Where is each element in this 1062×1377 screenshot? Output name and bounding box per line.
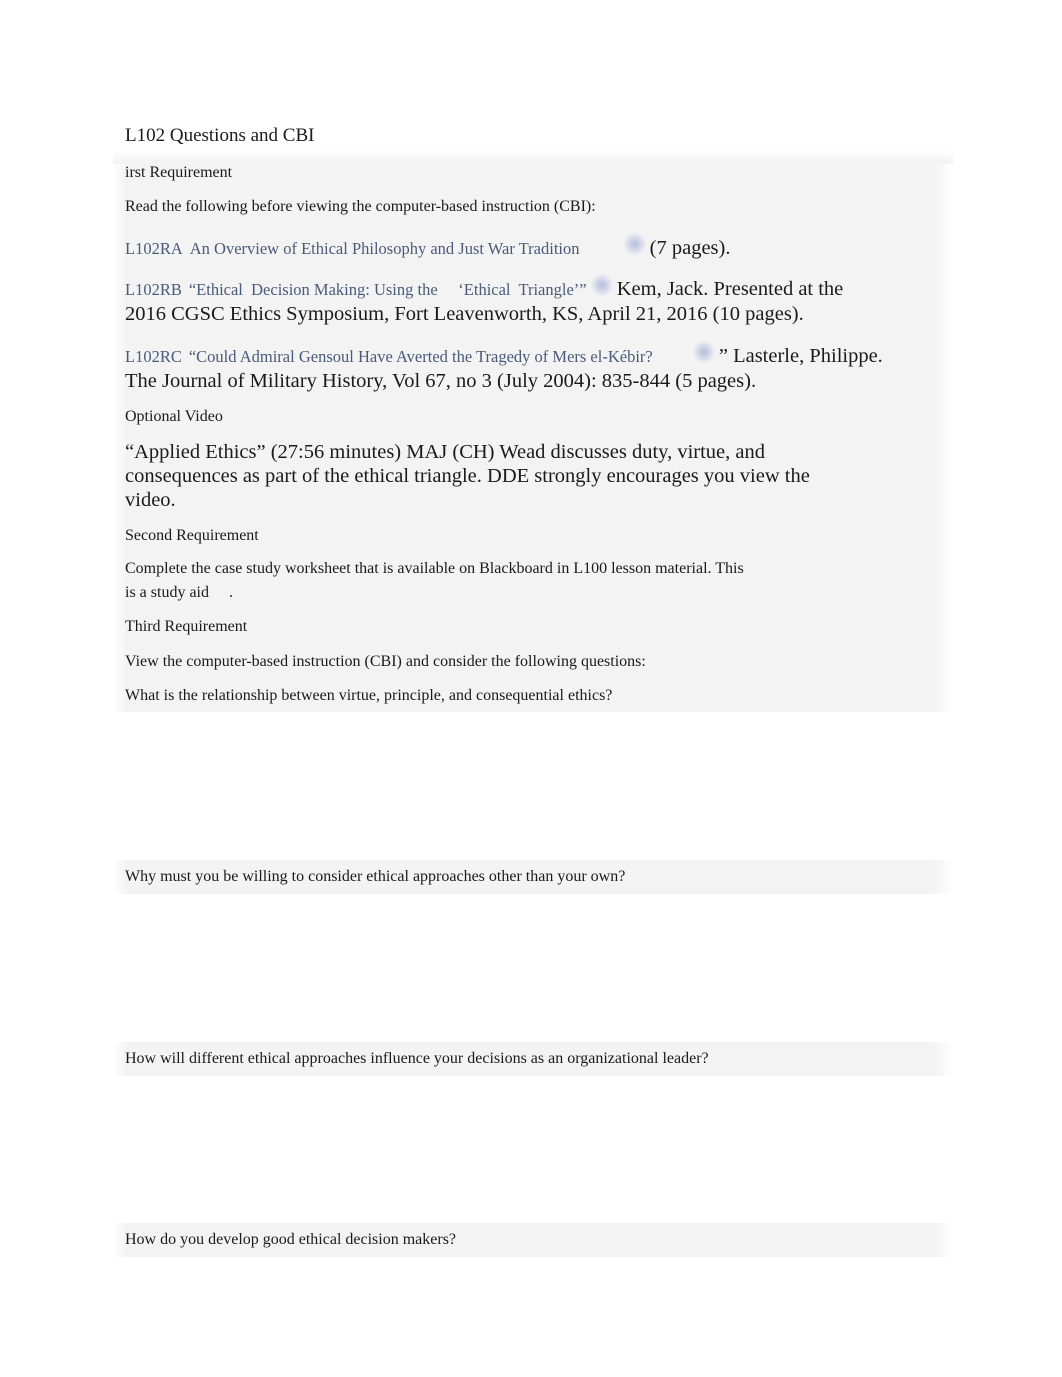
optional-video-line: video. <box>125 489 176 511</box>
third-requirement-intro: View the computer-based instruction (CBI… <box>125 653 646 670</box>
question-bar: How will different ethical approaches in… <box>113 1042 953 1076</box>
reading-code: L102RC <box>125 347 182 366</box>
content-panel-top-fade <box>113 150 953 164</box>
question-3: How will different ethical approaches in… <box>125 1050 709 1067</box>
third-requirement-heading: Third Requirement <box>125 618 248 635</box>
optional-video-line: “Applied Ethics” (27:56 minutes) MAJ (CH… <box>125 441 766 463</box>
optional-video-heading: Optional Video <box>125 408 223 425</box>
question-1: What is the relationship between virtue,… <box>125 687 613 704</box>
attachment-icon <box>623 233 646 256</box>
page-title: L102 Questions and CBI <box>125 125 315 146</box>
reading-link[interactable]: L102RA An Overview of Ethical Philosophy … <box>125 239 584 258</box>
reading-item: L102RA An Overview of Ethical Philosophy … <box>125 233 731 261</box>
attachment-icon <box>590 274 613 297</box>
second-requirement-line: is a study aid . <box>125 584 233 601</box>
readings-intro: Read the following before viewing the co… <box>125 198 596 215</box>
reading-item: L102RC “Could Admiral Gensoul Have Averte… <box>125 341 883 369</box>
attachment-icon <box>692 341 715 364</box>
reading-title: “Ethical Decision Making: Using the ‘Eth… <box>188 280 587 299</box>
reading-item: L102RB “Ethical Decision Making: Using th… <box>125 274 844 302</box>
optional-video-line: consequences as part of the ethical tria… <box>125 465 810 487</box>
question-bar: Why must you be willing to consider ethi… <box>113 860 953 894</box>
question-2: Why must you be willing to consider ethi… <box>125 868 626 885</box>
reading-code: L102RB <box>125 280 182 299</box>
second-requirement-line: Complete the case study worksheet that i… <box>125 560 744 577</box>
reading-citation: Kem, Jack. Presented at the <box>616 278 844 300</box>
reading-citation-continued: The Journal of Military History, Vol 67,… <box>125 370 757 392</box>
question-4: How do you develop good ethical decision… <box>125 1231 457 1248</box>
second-requirement-heading: Second Requirement <box>125 527 259 544</box>
reading-link[interactable]: L102RC “Could Admiral Gensoul Have Averte… <box>125 347 657 366</box>
question-bar: How do you develop good ethical decision… <box>113 1223 953 1257</box>
reading-citation: (7 pages). <box>649 237 731 259</box>
reading-code: L102RA <box>125 239 183 258</box>
reading-citation: ” Lasterle, Philippe. <box>718 345 883 367</box>
first-requirement-heading: irst Requirement <box>125 164 233 181</box>
reading-title: “Could Admiral Gensoul Have Averted the … <box>188 347 653 366</box>
reading-link[interactable]: L102RB “Ethical Decision Making: Using th… <box>125 280 591 299</box>
reading-citation-continued: 2016 CGSC Ethics Symposium, Fort Leavenw… <box>125 303 804 325</box>
reading-title: An Overview of Ethical Philosophy and Ju… <box>189 239 580 258</box>
